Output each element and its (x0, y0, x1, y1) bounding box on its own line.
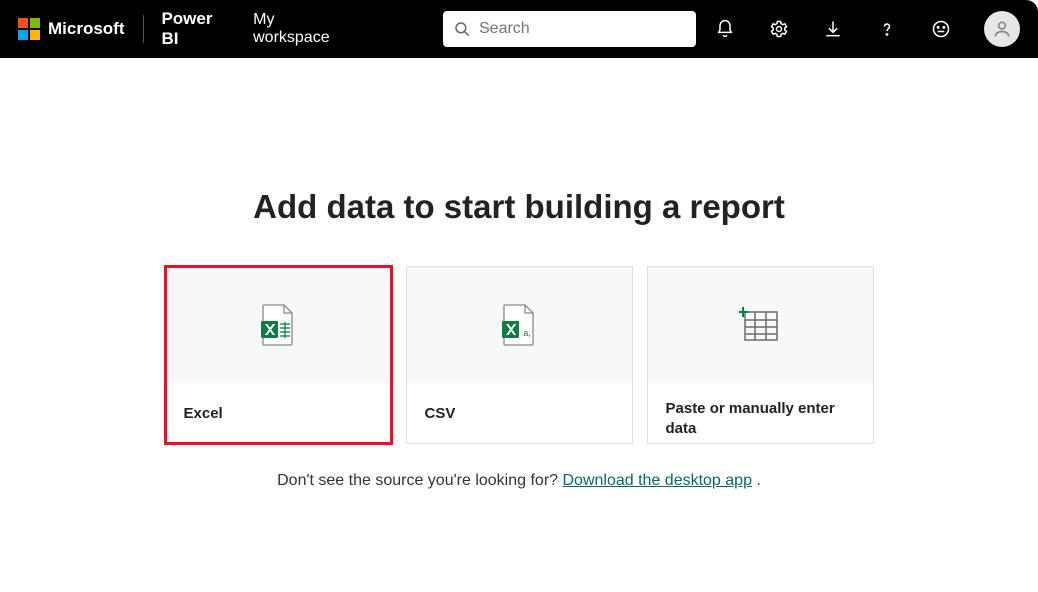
download-icon[interactable] (822, 18, 844, 40)
data-source-cards: Excel a, CSV (165, 266, 874, 444)
footer-prompt: Don't see the source you're looking for?… (277, 472, 761, 490)
settings-icon[interactable] (768, 18, 790, 40)
help-icon[interactable] (876, 18, 898, 40)
card-excel[interactable]: Excel (165, 266, 392, 444)
card-excel-illustration (166, 267, 391, 383)
footer-period: . (756, 472, 760, 489)
notifications-icon[interactable] (714, 18, 736, 40)
app-name[interactable]: Power BI (161, 9, 231, 49)
search-icon (453, 20, 471, 38)
svg-text:a,: a, (523, 328, 531, 338)
workspace-name[interactable]: My workspace (253, 11, 351, 47)
table-plus-icon (739, 305, 781, 345)
card-manual-label: Paste or manually enter data (648, 383, 873, 443)
main-content: Add data to start building a report Exce… (0, 58, 1038, 490)
brand-text: Microsoft (48, 19, 125, 39)
feedback-icon[interactable] (930, 18, 952, 40)
card-csv-illustration: a, (407, 267, 632, 383)
page-headline: Add data to start building a report (253, 188, 785, 226)
card-csv-label: CSV (407, 383, 632, 443)
excel-file-icon (260, 304, 296, 346)
csv-file-icon: a, (501, 304, 537, 346)
account-avatar[interactable] (984, 11, 1020, 47)
card-csv[interactable]: a, CSV (406, 266, 633, 444)
search-input[interactable] (479, 20, 686, 38)
microsoft-logo[interactable]: Microsoft (18, 18, 125, 40)
microsoft-logo-icon (18, 18, 40, 40)
top-navigation-bar: Microsoft Power BI My workspace (0, 0, 1038, 58)
top-icon-group (714, 11, 1020, 47)
card-manual-data[interactable]: Paste or manually enter data (647, 266, 874, 444)
card-manual-illustration (648, 267, 873, 383)
search-box[interactable] (443, 11, 696, 47)
download-desktop-link[interactable]: Download the desktop app (563, 472, 752, 489)
divider (143, 15, 144, 43)
card-excel-label: Excel (166, 383, 391, 443)
footer-prompt-text: Don't see the source you're looking for? (277, 472, 562, 489)
